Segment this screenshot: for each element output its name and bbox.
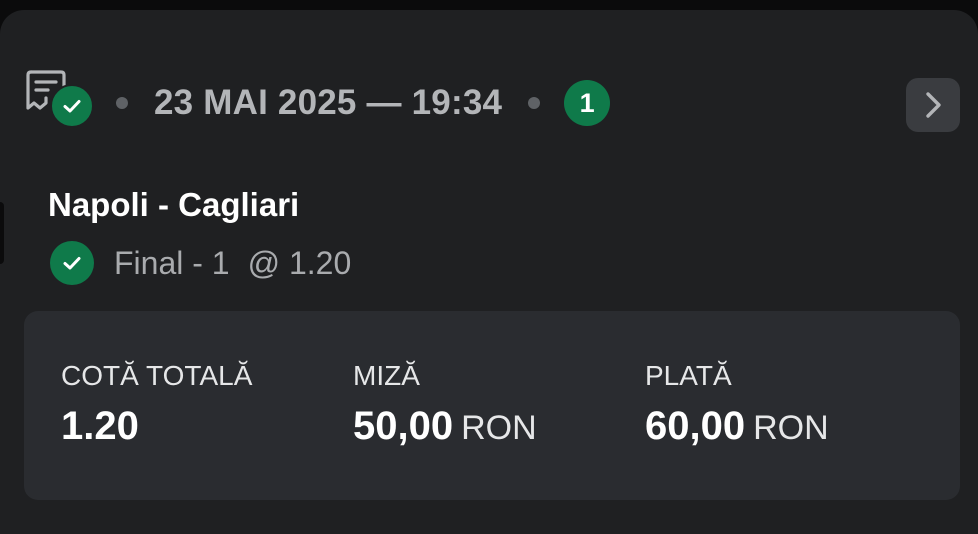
total-odds-column: COTĂ TOTALĂ 1.20 [61,359,252,449]
selection-market: Final - 1 [114,244,230,281]
selection-row: Final - 1 @ 1.20 [50,240,351,286]
selections-count-badge: 1 [564,80,611,126]
payout-amount: 60,00 RON [645,403,829,451]
bet-date-time: 23 MAI 2025 — 19:34 [154,83,503,122]
stake-column: MIZĂ 50,00 RON [353,359,537,451]
check-icon [50,84,94,128]
stake-amount: 50,00 RON [353,403,537,451]
separator-dot [528,97,541,109]
stake-value: 50,00 [353,404,454,448]
chevron-right-icon [926,92,941,118]
payout-label: PLATĂ [645,360,732,391]
event-title: Napoli - Cagliari [48,186,300,223]
bet-summary-panel: COTĂ TOTALĂ 1.20 MIZĂ 50,00 RON PLATĂ 60,… [24,311,960,500]
check-icon [50,241,94,285]
stake-currency: RON [461,409,537,447]
payout-currency: RON [753,409,829,447]
bet-card[interactable]: 23 MAI 2025 — 19:34 1 Napoli - Cagliari … [0,10,978,534]
payout-column: PLATĂ 60,00 RON [645,359,829,451]
bet-status-icon-group [26,68,96,138]
total-odds-label: COTĂ TOTALĂ [61,360,253,391]
open-bet-details-button[interactable] [906,78,960,132]
total-odds-value: 1.20 [61,404,139,448]
separator-dot [116,97,128,109]
stake-label: MIZĂ [353,360,420,391]
payout-value: 60,00 [645,404,746,448]
card-edge-tab [0,202,4,264]
bet-header: 23 MAI 2025 — 19:34 1 [26,68,960,138]
selection-odds: @ 1.20 [247,244,352,281]
